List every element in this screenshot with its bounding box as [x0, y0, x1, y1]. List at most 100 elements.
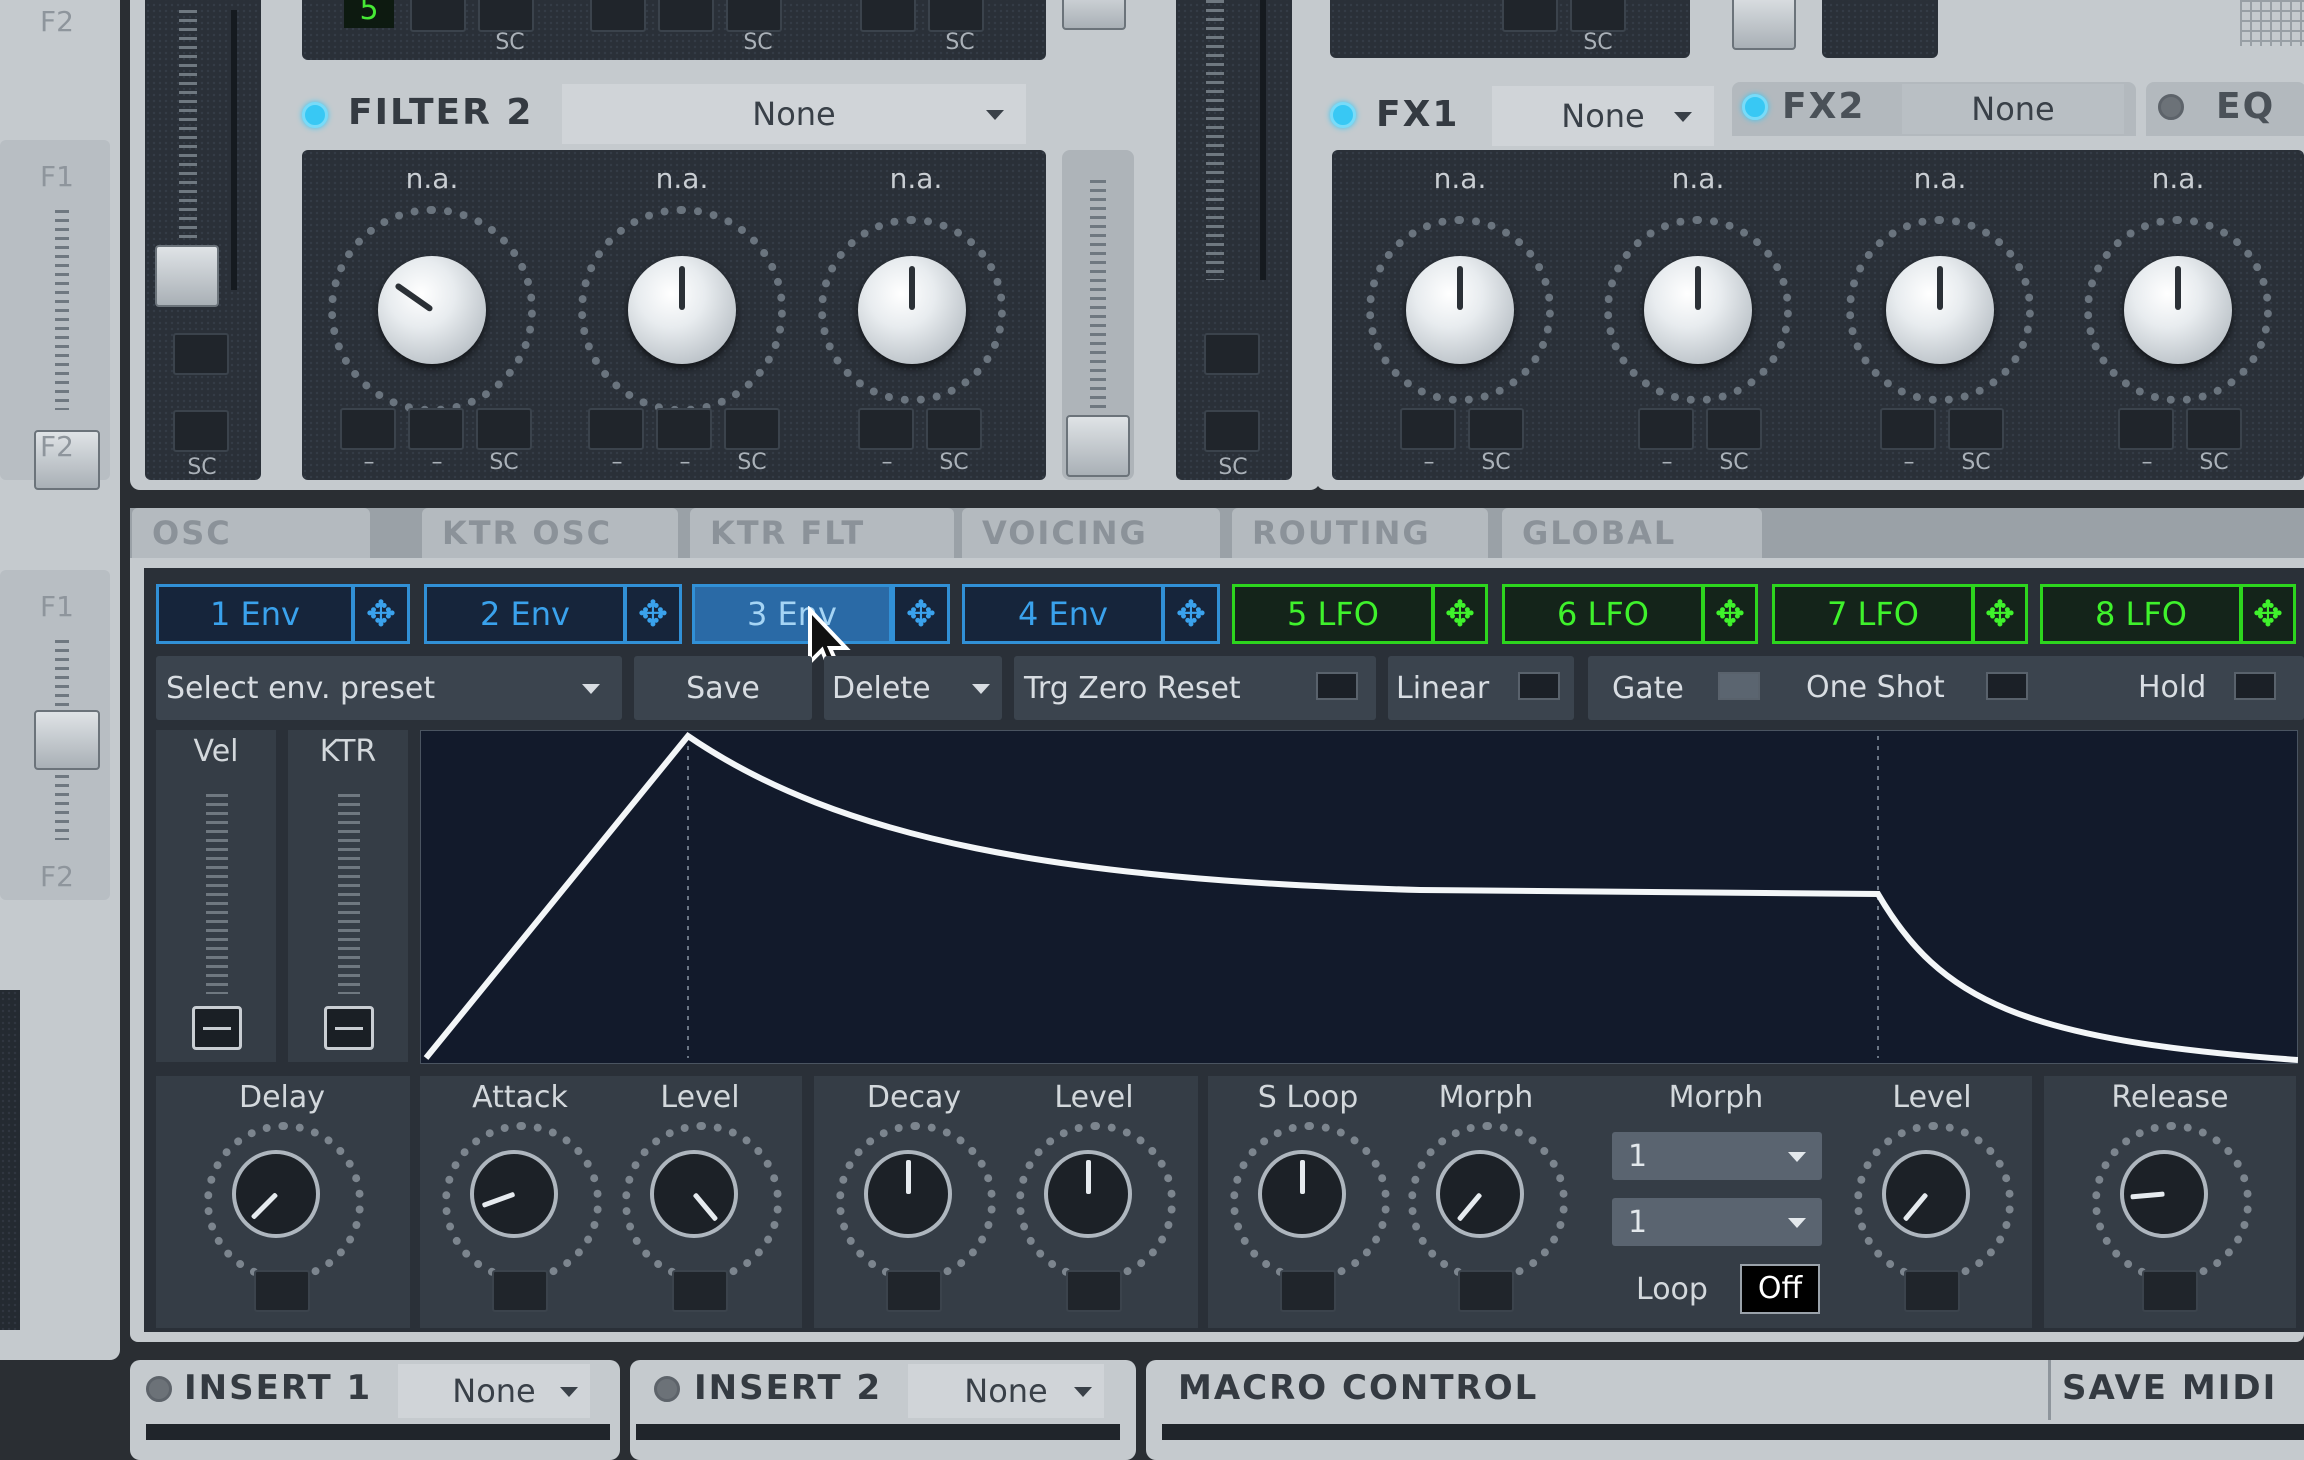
sustain-level-mod-button[interactable]	[1904, 1270, 1960, 1312]
lfo-tab-7[interactable]: 7 LFO	[1772, 584, 1974, 644]
top-btn-2[interactable]	[478, 0, 534, 32]
delete-dropdown[interactable]: Delete	[824, 656, 1002, 720]
gate-checkbox[interactable]	[1718, 672, 1760, 700]
envelope-graph[interactable]	[420, 730, 2298, 1064]
fx2-type-dropdown[interactable]: None	[1902, 84, 2124, 134]
top-btn-3[interactable]	[590, 0, 646, 32]
fx-knob-2[interactable]	[1598, 210, 1798, 410]
delay-mod-button[interactable]	[254, 1270, 310, 1312]
fx-mod-btn-3[interactable]	[1638, 408, 1694, 450]
attack-level-knob[interactable]	[622, 1122, 782, 1282]
env-tab-1[interactable]: 1 Env	[156, 584, 354, 644]
top-btn-1[interactable]	[410, 0, 466, 32]
morph-dropdown-1[interactable]: 1	[1612, 1132, 1822, 1180]
tab-voicing[interactable]: VOICING	[962, 508, 1220, 558]
decay-knob[interactable]	[836, 1122, 996, 1282]
fx1-type-dropdown[interactable]: None	[1492, 86, 1714, 146]
eq-tab[interactable]: EQ	[2146, 82, 2304, 136]
insert2-power-led[interactable]	[654, 1376, 680, 1402]
decay-level-mod-button[interactable]	[1066, 1270, 1122, 1312]
filter2-knob-1[interactable]	[322, 200, 542, 420]
top-btn-7[interactable]	[928, 0, 984, 32]
eq-power-led[interactable]	[2158, 94, 2184, 120]
filter2-type-dropdown[interactable]: None	[562, 84, 1026, 144]
linear-toggle[interactable]: Linear	[1388, 656, 1574, 720]
fx-top-btn-2[interactable]	[1570, 0, 1626, 32]
env-tab-3-move[interactable]: ✥	[892, 584, 950, 644]
save-button[interactable]: Save	[634, 656, 812, 720]
filter2-mod-btn-2[interactable]	[408, 408, 464, 450]
filter2-mod-btn-8[interactable]	[926, 408, 982, 450]
decay-mod-button[interactable]	[886, 1270, 942, 1312]
env-tab-2[interactable]: 2 Env	[424, 584, 626, 644]
linear-checkbox[interactable]	[1518, 672, 1560, 700]
ktr-slider-handle[interactable]	[324, 1006, 374, 1050]
tab-ktr-osc[interactable]: KTR OSC	[422, 508, 678, 558]
fx-top-btn-1[interactable]	[1502, 0, 1558, 32]
center-vslider-btn-2[interactable]	[1204, 410, 1260, 452]
filter2-knob-3[interactable]	[812, 210, 1012, 410]
morph-knob[interactable]	[1408, 1122, 1568, 1282]
top-right-slider-handle[interactable]	[1062, 0, 1126, 30]
fx1-power-led[interactable]	[1330, 102, 1356, 128]
env-preset-dropdown[interactable]: Select env. preset	[156, 656, 622, 720]
hold-checkbox[interactable]	[2234, 672, 2276, 700]
fx-top-slider-handle[interactable]	[1732, 0, 1796, 50]
tab-osc[interactable]: OSC	[132, 508, 370, 558]
gate-toggle[interactable]: Gate One Shot Hold	[1588, 656, 2304, 720]
morph-dropdown-2[interactable]: 1	[1612, 1198, 1822, 1246]
fx-knob-3[interactable]	[1840, 210, 2040, 410]
lfo-tab-5[interactable]: 5 LFO	[1232, 584, 1434, 644]
filter2-mod-btn-5[interactable]	[656, 408, 712, 450]
lfo-tab-6[interactable]: 6 LFO	[1502, 584, 1704, 644]
lfo-tab-6-move[interactable]: ✥	[1702, 584, 1758, 644]
env-tab-4-move[interactable]: ✥	[1162, 584, 1220, 644]
fx-mod-btn-6[interactable]	[1948, 408, 2004, 450]
env-tab-2-move[interactable]: ✥	[624, 584, 682, 644]
attack-mod-button[interactable]	[492, 1270, 548, 1312]
fx-mod-btn-8[interactable]	[2186, 408, 2242, 450]
lfo-tab-7-move[interactable]: ✥	[1972, 584, 2028, 644]
attack-level-mod-button[interactable]	[672, 1270, 728, 1312]
trg-zero-reset-checkbox[interactable]	[1316, 672, 1358, 700]
tab-global[interactable]: GLOBAL	[1502, 508, 1762, 558]
sustain-level-knob[interactable]	[1854, 1122, 2014, 1282]
fx-mod-btn-2[interactable]	[1468, 408, 1524, 450]
left-vslider-btn-2[interactable]	[173, 410, 229, 452]
insert2-type-dropdown[interactable]: None	[908, 1364, 1104, 1418]
s-loop-mod-button[interactable]	[1280, 1270, 1336, 1312]
top-btn-4[interactable]	[658, 0, 714, 32]
filter2-mod-btn-1[interactable]	[340, 408, 396, 450]
filter2-mod-btn-7[interactable]	[858, 408, 914, 450]
fx2-power-led[interactable]	[1742, 94, 1768, 120]
fx-mod-btn-1[interactable]	[1400, 408, 1456, 450]
tab-ktr-flt[interactable]: KTR FLT	[690, 508, 954, 558]
s-loop-knob[interactable]	[1230, 1122, 1390, 1282]
loop-value-toggle[interactable]: Off	[1740, 1264, 1820, 1314]
fx2-tab[interactable]: FX2 None	[1732, 82, 2136, 136]
release-knob[interactable]	[2092, 1122, 2252, 1282]
filter2-knob-2[interactable]	[572, 200, 792, 420]
vel-slider-handle[interactable]	[192, 1006, 242, 1050]
insert1-power-led[interactable]	[146, 1376, 172, 1402]
delay-knob[interactable]	[204, 1122, 364, 1282]
lfo-tab-5-move[interactable]: ✥	[1432, 584, 1488, 644]
grid-icon[interactable]	[2240, 0, 2304, 46]
release-mod-button[interactable]	[2142, 1270, 2198, 1312]
fx1-tab[interactable]: FX1 None	[1320, 84, 1722, 148]
fx-knob-4[interactable]	[2078, 210, 2278, 410]
side-slider-2[interactable]	[34, 710, 100, 770]
env-tab-1-move[interactable]: ✥	[352, 584, 410, 644]
tab-routing[interactable]: ROUTING	[1232, 508, 1488, 558]
top-btn-6[interactable]	[860, 0, 916, 32]
fx-mod-btn-4[interactable]	[1706, 408, 1762, 450]
save-midi-button[interactable]: SAVE MIDI	[2062, 1368, 2277, 1408]
env-tab-4[interactable]: 4 Env	[962, 584, 1164, 644]
one-shot-checkbox[interactable]	[1986, 672, 2028, 700]
env-tab-3[interactable]: 3 Env	[692, 584, 892, 644]
fx-mod-btn-5[interactable]	[1880, 408, 1936, 450]
filter2-mod-btn-6[interactable]	[724, 408, 780, 450]
morph-mod-button[interactable]	[1458, 1270, 1514, 1312]
fx-knob-1[interactable]	[1360, 210, 1560, 410]
lfo-tab-8-move[interactable]: ✥	[2240, 584, 2296, 644]
